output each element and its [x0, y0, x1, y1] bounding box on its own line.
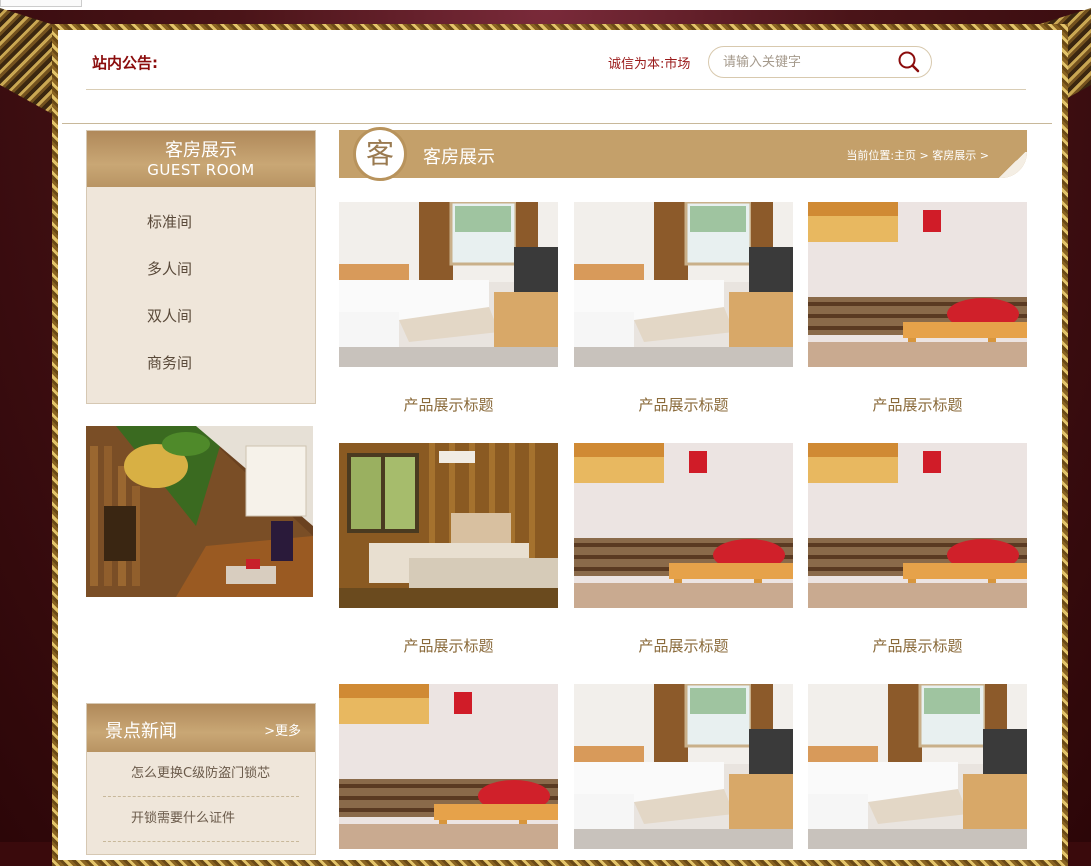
standard-room-photo	[574, 684, 793, 849]
news-header: 景点新闻 >更多	[87, 704, 315, 752]
browser-tab	[0, 0, 82, 7]
red-room-photo	[339, 684, 558, 849]
product-image[interactable]	[574, 202, 793, 367]
breadcrumb-home[interactable]: 主页	[894, 149, 916, 162]
product-image[interactable]	[808, 684, 1027, 849]
standard-room-photo	[339, 202, 558, 367]
search-button[interactable]	[897, 50, 921, 74]
product-image[interactable]	[574, 443, 793, 608]
header: 站内公告: 诚信为本:市场	[62, 33, 1052, 124]
product-title[interactable]: 产品展示标题	[808, 394, 1027, 415]
red-room-photo	[808, 202, 1027, 367]
product-card[interactable]: 产品展示标题	[574, 202, 793, 415]
notice-label: 站内公告:	[92, 54, 158, 72]
product-card[interactable]: 产品展示标题	[808, 443, 1027, 656]
category-item-standard[interactable]: 标准间	[87, 199, 315, 246]
search-icon	[898, 51, 920, 73]
browser-top-strip	[0, 0, 1091, 10]
category-header: 客房展示 GUEST ROOM	[87, 131, 315, 187]
standard-room-photo	[808, 684, 1027, 849]
product-card[interactable]	[339, 684, 558, 849]
product-title[interactable]: 产品展示标题	[808, 635, 1027, 656]
category-title: 客房展示	[165, 140, 237, 161]
section-emblem: 客	[353, 127, 407, 181]
news-item[interactable]: 怎么更换C级防盗门锁芯	[103, 752, 299, 797]
product-card[interactable]: 产品展示标题	[339, 202, 558, 415]
promo-image[interactable]	[86, 426, 313, 597]
product-image[interactable]	[808, 443, 1027, 608]
red-room-photo	[574, 443, 793, 608]
category-item-business[interactable]: 商务间	[87, 340, 315, 387]
product-title[interactable]: 产品展示标题	[339, 394, 558, 415]
search-input[interactable]	[721, 51, 885, 73]
news-list: 怎么更换C级防盗门锁芯 开锁需要什么证件	[87, 752, 315, 842]
news-more-link[interactable]: >更多	[264, 720, 301, 739]
section-title-bar: 客 客房展示 当前位置:主页 > 客房展示 >	[339, 127, 1027, 181]
section-title: 客房展示	[423, 147, 495, 168]
breadcrumb-separator: >	[916, 149, 933, 162]
product-title[interactable]: 产品展示标题	[574, 394, 793, 415]
product-card[interactable]: 产品展示标题	[808, 202, 1027, 415]
product-image[interactable]	[574, 684, 793, 849]
breadcrumb: 当前位置:主页 > 客房展示 >	[846, 147, 989, 163]
category-item-double[interactable]: 双人间	[87, 293, 315, 340]
category-title-en: GUEST ROOM	[147, 161, 255, 179]
product-card[interactable]	[808, 684, 1027, 849]
header-divider	[86, 89, 1026, 90]
product-card[interactable]: 产品展示标题	[339, 443, 558, 656]
category-panel: 客房展示 GUEST ROOM 标准间 多人间 双人间 商务间	[86, 130, 316, 404]
standard-room-photo	[574, 202, 793, 367]
product-title[interactable]: 产品展示标题	[339, 635, 558, 656]
product-image[interactable]	[339, 443, 558, 608]
category-item-multi[interactable]: 多人间	[87, 246, 315, 293]
product-image[interactable]	[339, 684, 558, 849]
news-title: 景点新闻	[105, 721, 177, 742]
wood-room-photo	[339, 443, 558, 608]
promo-collage-image	[86, 426, 313, 597]
breadcrumb-current[interactable]: 客房展示	[932, 149, 976, 162]
red-room-photo	[808, 443, 1027, 608]
breadcrumb-separator: >	[976, 149, 989, 162]
product-title[interactable]: 产品展示标题	[574, 635, 793, 656]
news-item[interactable]: 开锁需要什么证件	[103, 797, 299, 842]
category-list: 标准间 多人间 双人间 商务间	[87, 187, 315, 387]
breadcrumb-prefix: 当前位置:	[846, 149, 895, 162]
news-panel: 景点新闻 >更多 怎么更换C级防盗门锁芯 开锁需要什么证件	[86, 703, 316, 855]
product-card[interactable]: 产品展示标题	[574, 443, 793, 656]
product-card[interactable]	[574, 684, 793, 849]
search-box	[708, 46, 932, 78]
product-image[interactable]	[808, 202, 1027, 367]
notice-marquee: 诚信为本:市场	[608, 57, 691, 72]
product-image[interactable]	[339, 202, 558, 367]
